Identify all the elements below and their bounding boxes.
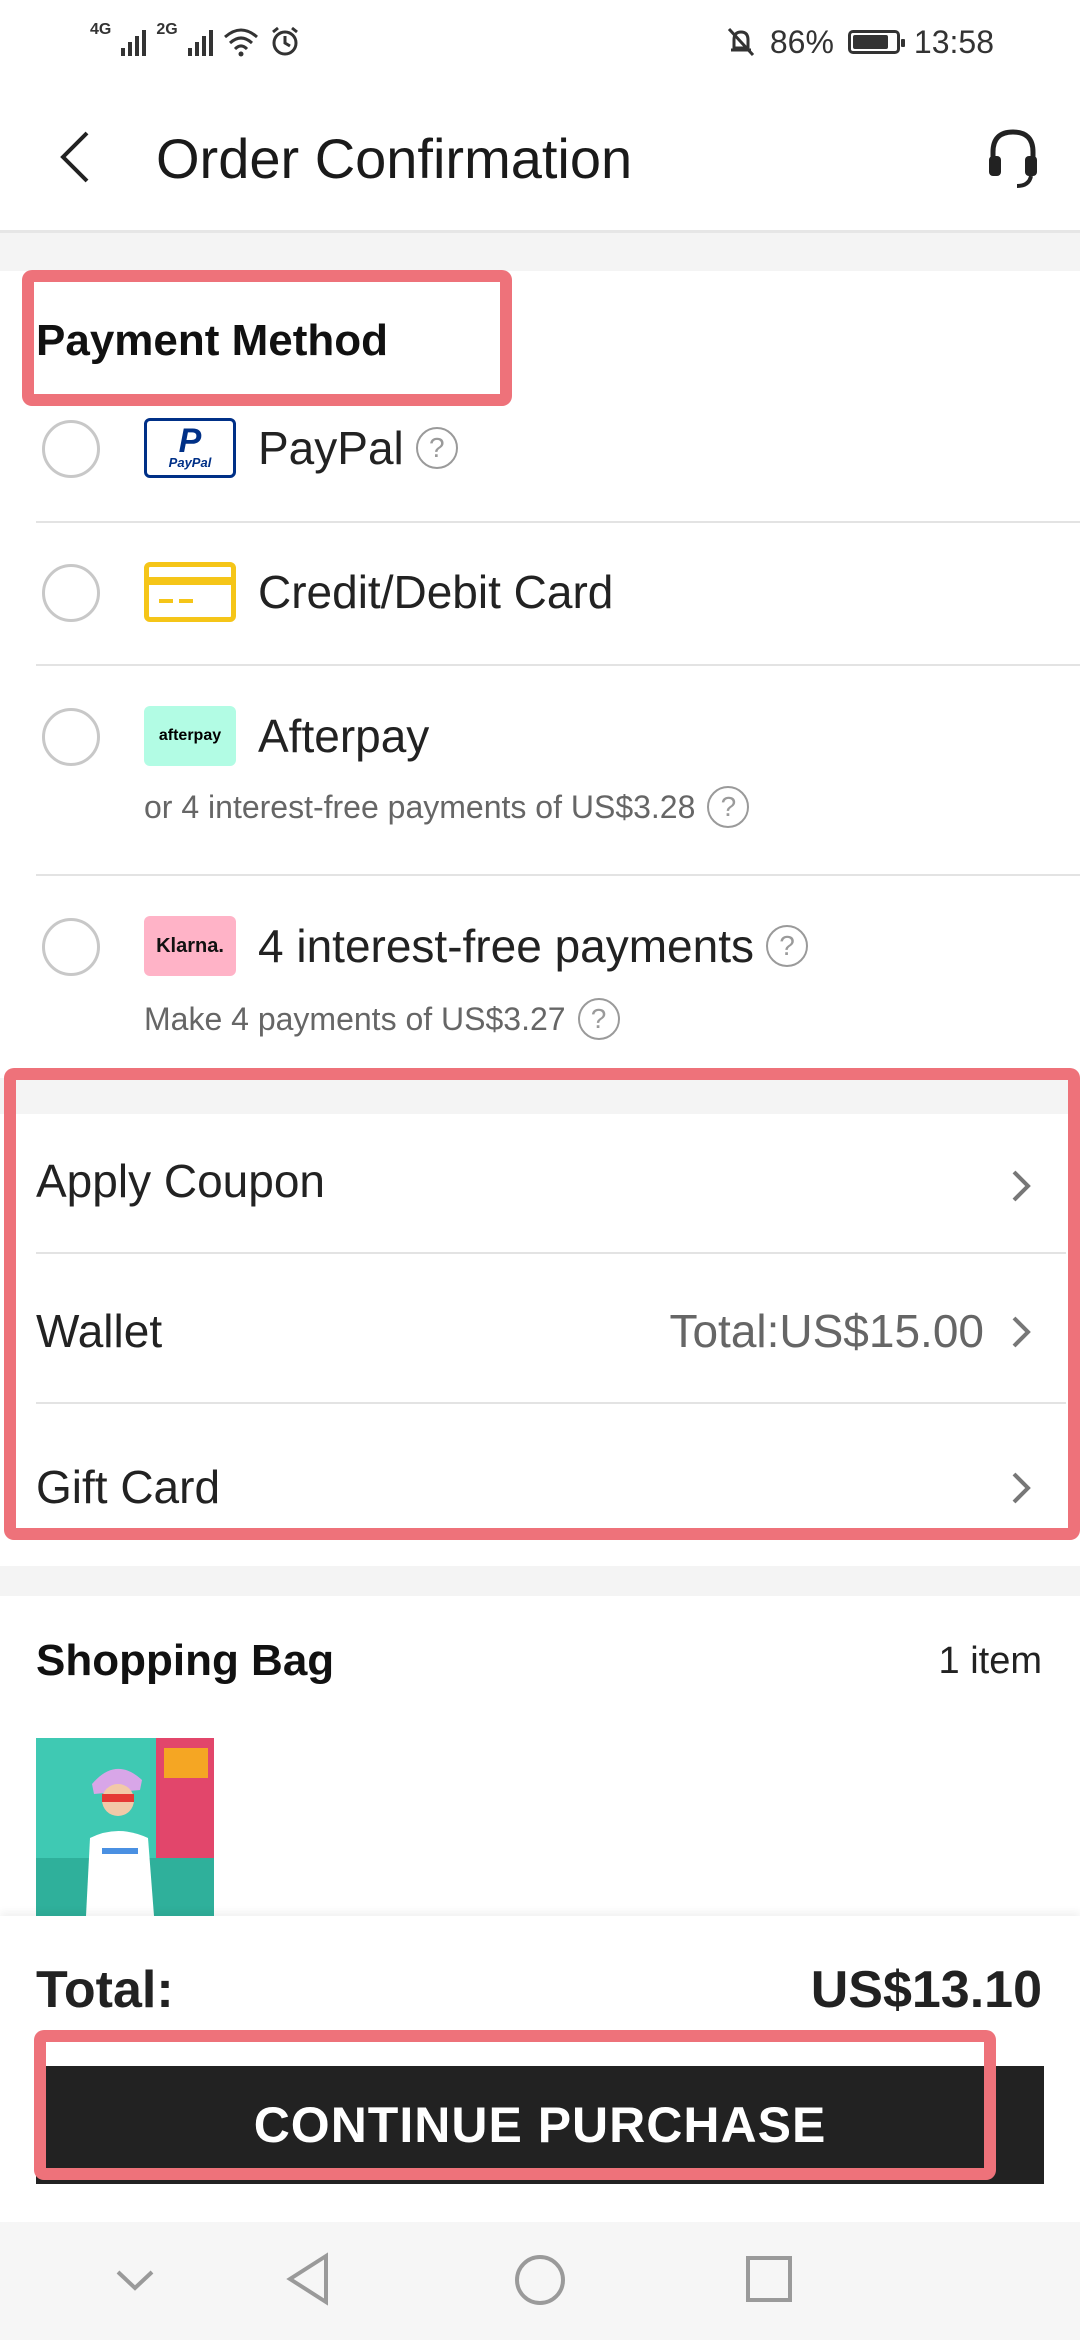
apply-coupon-label: Apply Coupon: [36, 1155, 325, 1207]
gift-card-row[interactable]: Gift Card: [0, 1404, 1080, 1524]
app-header: Order Confirmation: [0, 84, 1080, 233]
signal-icon: [121, 28, 147, 56]
customer-support-button[interactable]: [978, 120, 1048, 196]
page-title: Order Confirmation: [156, 127, 633, 190]
chevron-right-icon: [1012, 1472, 1031, 1504]
apply-coupon-row[interactable]: Apply Coupon: [0, 1114, 1080, 1252]
chevron-right-icon: [1012, 1316, 1031, 1348]
clock: 13:58: [913, 23, 994, 60]
chevron-right-icon: [1012, 1170, 1031, 1202]
afterpay-label: Afterpay: [258, 710, 430, 762]
bag-item-count: 1 item: [938, 1640, 1042, 1682]
status-bar: 4G 2G 86% 13:58: [0, 0, 1080, 84]
product-thumbnail[interactable]: [36, 1738, 214, 1916]
payment-option-paypal[interactable]: P PayPal PayPal ?: [0, 412, 1080, 522]
payment-method-title: Payment Method: [36, 316, 389, 365]
shopping-bag-title: Shopping Bag: [36, 1636, 335, 1685]
card-glyph: [149, 577, 231, 603]
wallet-total: Total:US$15.00: [669, 1305, 984, 1357]
payment-option-card[interactable]: Credit/Debit Card: [0, 552, 1080, 662]
chevron-down-icon[interactable]: [112, 2260, 158, 2300]
paypal-label: PayPal: [258, 422, 404, 474]
klarna-logo-text: Klarna.: [156, 934, 224, 957]
wallet-row[interactable]: Wallet Total:US$15.00: [0, 1256, 1080, 1400]
wallet-label: Wallet: [36, 1305, 163, 1357]
system-nav-bar: [0, 2222, 1080, 2340]
total-label: Total:: [36, 1961, 174, 2019]
total-value: US$13.10: [810, 1961, 1042, 2019]
back-arrow-icon: [60, 131, 89, 183]
afterpay-logo-text: afterpay: [158, 727, 222, 744]
status-left: 4G 2G: [90, 18, 301, 66]
paypal-logo-text: PayPal: [168, 455, 212, 470]
product-image: [36, 1738, 214, 1916]
nav-recents-icon[interactable]: [744, 2254, 794, 2304]
credit-card-icon: [144, 562, 236, 622]
payment-option-afterpay[interactable]: afterpay Afterpay or 4 interest-free pay…: [0, 696, 1080, 876]
payment-option-klarna[interactable]: Klarna. 4 interest-free payments ? Make …: [0, 906, 1080, 1066]
divider: [36, 874, 1080, 876]
battery-icon: [847, 30, 905, 54]
paypal-radio[interactable]: [42, 420, 100, 478]
nav-back-icon[interactable]: [284, 2250, 334, 2308]
divider: [36, 664, 1080, 666]
divider: [36, 1252, 1066, 1254]
afterpay-help-icon[interactable]: ?: [707, 786, 750, 828]
card-radio[interactable]: [42, 564, 100, 622]
klarna-radio[interactable]: [42, 918, 100, 976]
signal-icon-2: [187, 28, 213, 56]
continue-purchase-button[interactable]: CONTINUE PURCHASE: [36, 2066, 1044, 2184]
back-button[interactable]: [44, 122, 104, 192]
paypal-icon: P PayPal: [144, 418, 236, 478]
network-type-1: 4G: [90, 21, 112, 38]
klarna-label: 4 interest-free payments: [258, 920, 755, 972]
afterpay-radio[interactable]: [42, 708, 100, 766]
section-gap: [0, 233, 1080, 271]
headset-icon: [989, 129, 1037, 188]
klarna-sub-help-icon[interactable]: ?: [577, 998, 620, 1040]
klarna-icon: Klarna.: [144, 916, 236, 976]
network-type-2: 2G: [156, 21, 178, 38]
battery-level-fill: [852, 35, 889, 49]
klarna-subtext: Make 4 payments of US$3.27: [144, 1000, 566, 1037]
battery-percent: 86%: [769, 23, 834, 60]
afterpay-subtext: or 4 interest-free payments of US$3.28: [144, 788, 696, 825]
paypal-help-icon[interactable]: ?: [415, 427, 458, 469]
wifi-icon: [223, 28, 258, 57]
mute-notifications-icon: [727, 27, 754, 57]
afterpay-icon: afterpay: [144, 706, 236, 766]
klarna-help-icon[interactable]: ?: [766, 925, 809, 967]
section-gap: [0, 1566, 1080, 1596]
divider: [36, 521, 1080, 523]
alarm-icon: [271, 26, 298, 56]
gift-card-label: Gift Card: [36, 1461, 221, 1513]
card-label: Credit/Debit Card: [258, 566, 614, 618]
nav-home-icon[interactable]: [512, 2252, 568, 2308]
status-right: 86% 13:58: [726, 18, 994, 66]
section-gap: [0, 1078, 1080, 1114]
